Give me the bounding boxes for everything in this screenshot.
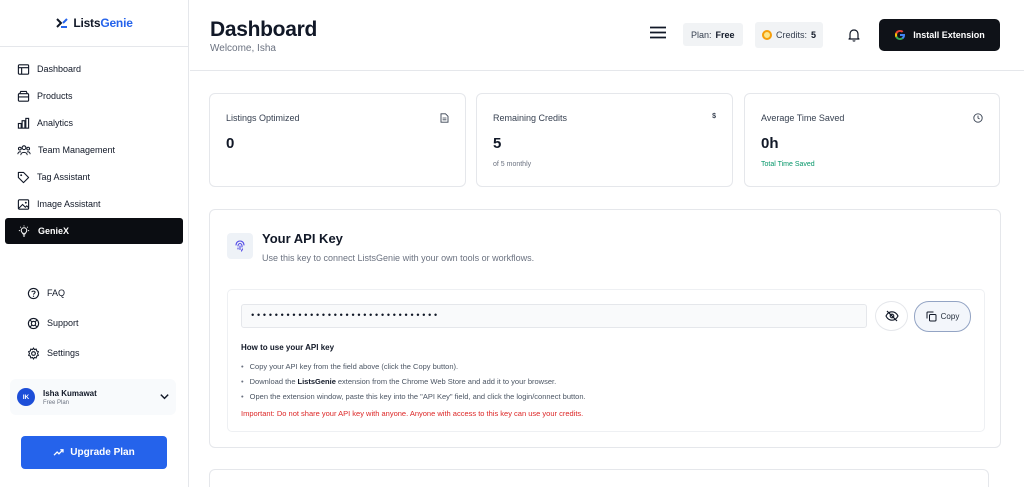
help-circle-icon	[27, 287, 40, 299]
step-text: extension from the Chrome Web Store and …	[337, 377, 557, 386]
api-key-card: Your API Key Use this key to connect Lis…	[209, 209, 1001, 448]
trending-up-icon	[53, 449, 64, 456]
clock-icon	[973, 113, 983, 123]
stat-label: Remaining Credits	[493, 113, 568, 123]
sidebar-item-label: Dashboard	[37, 64, 82, 74]
api-key-box: Copy How to use your API key Copy your A…	[227, 289, 985, 432]
tag-icon	[17, 171, 30, 183]
howto-step: Open the extension window, paste this ke…	[241, 389, 586, 404]
next-section-card	[209, 469, 989, 487]
coin-icon	[762, 30, 772, 40]
document-icon	[440, 113, 449, 123]
sidebar-item-products[interactable]: Products	[5, 83, 183, 109]
toggle-visibility-button[interactable]	[875, 301, 908, 331]
api-key-subtitle: Use this key to connect ListsGenie with …	[262, 253, 535, 263]
sidebar-item-label: Analytics	[37, 118, 74, 128]
stat-value: 0	[226, 135, 235, 152]
stat-card-average-time-saved: Average Time Saved 0h Total Time Saved	[744, 93, 1000, 187]
sidebar-item-label: Support	[47, 318, 79, 328]
main-nav: Dashboard Products Analytics Team Manage…	[5, 56, 183, 245]
howto-title: How to use your API key	[241, 343, 335, 352]
api-key-input[interactable]	[241, 304, 867, 328]
stat-value: 0h	[761, 135, 779, 152]
upgrade-plan-label: Upgrade Plan	[70, 447, 135, 458]
upgrade-plan-button[interactable]: Upgrade Plan	[21, 436, 167, 469]
sidebar-item-label: FAQ	[47, 288, 66, 298]
api-key-title: Your API Key	[262, 231, 343, 246]
sidebar-item-team-management[interactable]: Team Management	[5, 137, 183, 163]
stat-card-remaining-credits: Remaining Credits $ 5 of 5 monthly	[476, 93, 733, 187]
step-text: Copy your API key from the field above (…	[249, 362, 459, 371]
sidebar-item-analytics[interactable]: Analytics	[5, 110, 183, 136]
plan-label: Plan:	[691, 29, 712, 40]
sidebar-item-label: Tag Assistant	[37, 172, 91, 182]
install-extension-label: Install Extension	[913, 30, 985, 40]
sidebar-item-label: Team Management	[38, 145, 116, 155]
credits-label: Credits:	[776, 30, 808, 40]
logo[interactable]: ListsGenie	[0, 0, 188, 47]
sidebar-item-tag-assistant[interactable]: Tag Assistant	[5, 164, 183, 190]
api-key-warning: Important: Do not share your API key wit…	[241, 409, 584, 418]
stat-label: Listings Optimized	[226, 113, 300, 123]
plan-value: Free	[715, 29, 735, 40]
sidebar-item-settings[interactable]: Settings	[27, 338, 177, 368]
team-icon	[17, 144, 31, 155]
step-text: Download the	[249, 377, 296, 386]
dollar-icon: $	[712, 113, 716, 120]
api-key-icon-wrapper	[227, 233, 253, 259]
stat-label: Average Time Saved	[761, 113, 845, 123]
user-name: Isha Kumawat	[43, 388, 97, 398]
install-extension-button[interactable]: Install Extension	[879, 19, 1000, 51]
lightbulb-icon	[18, 224, 30, 237]
bar-chart-icon	[17, 117, 30, 129]
copy-icon	[926, 311, 937, 322]
sidebar-item-label: Settings	[47, 348, 80, 358]
user-menu[interactable]: IK Isha Kumawat Free Plan	[10, 379, 176, 415]
stat-subtext: Total Time Saved	[761, 161, 815, 168]
box-icon	[17, 90, 30, 102]
howto-step: Copy your API key from the field above (…	[241, 359, 586, 374]
user-info: Isha Kumawat Free Plan	[43, 389, 97, 406]
page-title: Dashboard	[210, 18, 317, 41]
chevron-down-icon[interactable]	[159, 391, 170, 402]
plan-badge: Plan: Free	[683, 23, 743, 46]
bell-icon[interactable]	[848, 28, 860, 42]
howto-steps: Copy your API key from the field above (…	[241, 359, 586, 404]
eye-off-icon	[884, 310, 899, 322]
credits-value: 5	[811, 30, 817, 40]
fingerprint-icon	[235, 240, 245, 252]
google-icon	[895, 30, 906, 40]
sidebar-item-support[interactable]: Support	[27, 308, 177, 338]
secondary-nav: FAQ Support Settings	[27, 278, 177, 368]
sidebar-item-faq[interactable]: FAQ	[27, 278, 177, 308]
gear-icon	[28, 346, 39, 360]
logo-text: ListsGenie	[73, 16, 133, 30]
sidebar: ListsGenie Dashboard Products Analytics …	[0, 0, 189, 487]
credits-badge: Credits: 5	[755, 22, 824, 48]
top-header: Dashboard Welcome, Isha Plan: Free Credi…	[190, 0, 1024, 71]
hamburger-menu-icon[interactable]	[650, 26, 666, 39]
listsgenie-logo-icon	[55, 16, 69, 30]
sidebar-item-label: GenieX	[38, 226, 70, 236]
lifebuoy-icon	[27, 317, 40, 329]
howto-step: Download theListsGenieextension from the…	[241, 374, 586, 389]
copy-button[interactable]: Copy	[914, 301, 971, 332]
image-icon	[17, 198, 30, 210]
copy-label: Copy	[940, 312, 960, 321]
stat-card-listings-optimized: Listings Optimized 0	[209, 93, 466, 187]
step-text: Open the extension window, paste this ke…	[249, 392, 586, 401]
stat-subtext: of 5 monthly	[493, 161, 532, 168]
stat-value: 5	[493, 135, 502, 152]
step-brand: ListsGenie	[297, 377, 336, 386]
dashboard-icon	[17, 63, 30, 75]
sidebar-item-image-assistant[interactable]: Image Assistant	[5, 191, 183, 217]
welcome-text: Welcome, Isha	[210, 43, 276, 54]
sidebar-item-dashboard[interactable]: Dashboard	[5, 56, 183, 82]
sidebar-item-label: Products	[37, 91, 73, 101]
sidebar-item-label: Image Assistant	[37, 199, 101, 209]
sidebar-item-geniex[interactable]: GenieX	[5, 218, 183, 244]
user-plan: Free Plan	[43, 399, 70, 406]
avatar: IK	[17, 388, 35, 406]
